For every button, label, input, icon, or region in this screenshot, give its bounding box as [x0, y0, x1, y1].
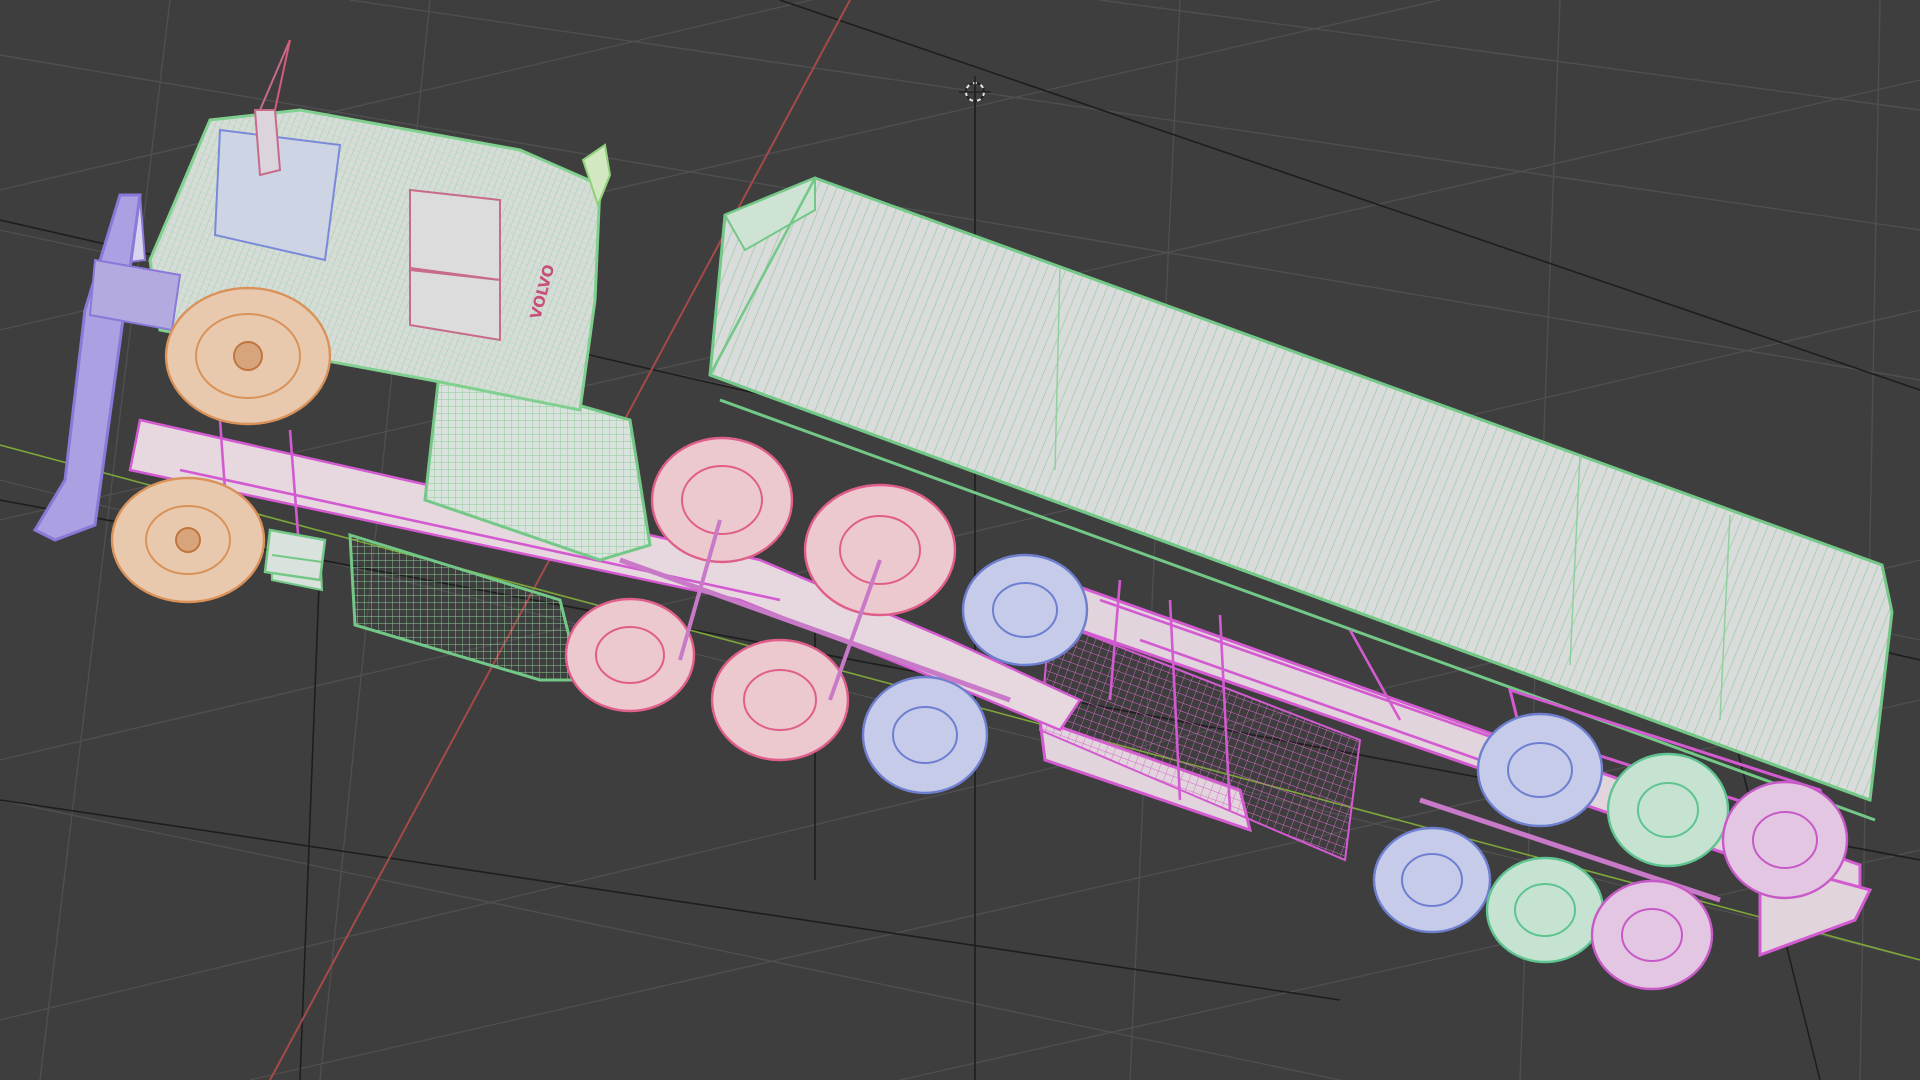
cab-steps[interactable] — [263, 528, 327, 582]
tire-drive-1[interactable] — [650, 436, 794, 564]
tire-trailer-green-1[interactable] — [1606, 752, 1730, 868]
tire-blue-1[interactable] — [961, 553, 1089, 667]
3d-cursor-icon[interactable] — [959, 76, 991, 108]
tire-trailer-blue-1[interactable] — [1476, 712, 1604, 828]
tire-drive-3[interactable] — [564, 597, 696, 713]
antenna — [274, 39, 291, 111]
tire-trailer-magenta-1[interactable] — [1721, 780, 1849, 900]
tire-trailer-green-2[interactable] — [1485, 856, 1605, 964]
3d-viewport[interactable]: VOLVO — [0, 0, 1920, 1080]
tire-drive-2[interactable] — [803, 483, 957, 617]
tire-drive-4[interactable] — [710, 638, 850, 762]
tire-trailer-blue-2[interactable] — [1372, 826, 1492, 934]
scene-canvas[interactable]: VOLVO — [0, 0, 1920, 1080]
tire-blue-2[interactable] — [861, 675, 989, 795]
tire-trailer-magenta-2[interactable] — [1590, 879, 1714, 991]
